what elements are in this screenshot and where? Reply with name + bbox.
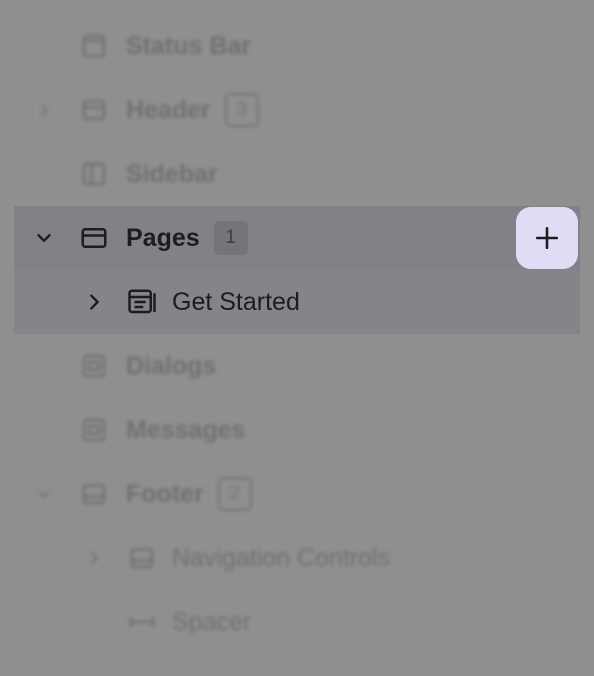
page-frame-icon (78, 222, 110, 254)
tree-item-dialogs[interactable]: Dialogs (14, 334, 580, 398)
chevron-down-icon[interactable] (32, 482, 56, 506)
tree-item-label: Status Bar (126, 31, 252, 60)
tree-item-label: Dialogs (126, 351, 217, 380)
count-badge: 3 (224, 93, 259, 127)
plus-icon (534, 225, 560, 251)
chevron-right-icon[interactable] (82, 546, 106, 570)
messages-icon (78, 414, 110, 446)
count-badge: 1 (213, 221, 248, 255)
count-badge: 2 (217, 477, 252, 511)
tree-item-messages[interactable]: Messages (14, 398, 580, 462)
sidebar-icon (78, 158, 110, 190)
page-screen-icon (126, 286, 158, 318)
tree-item-label: Footer (126, 479, 204, 508)
tree-item-label: Header (126, 95, 211, 124)
spacer-icon (126, 606, 158, 638)
tree-item-footer[interactable]: Footer 2 (14, 462, 580, 526)
tree-item-pages[interactable]: Pages 1 (14, 206, 580, 270)
tree-item-spacer[interactable]: Spacer (14, 590, 580, 654)
tree-item-get-started[interactable]: Get Started (14, 270, 580, 334)
header-icon (78, 94, 110, 126)
chevron-right-icon[interactable] (32, 98, 56, 122)
tree-item-label: Spacer (172, 607, 252, 636)
chevron-right-icon[interactable] (82, 290, 106, 314)
tree-item-label: Pages (126, 223, 200, 252)
dialogs-icon (78, 350, 110, 382)
tree-item-label: Messages (126, 415, 246, 444)
tree-item-header[interactable]: Header 3 (14, 78, 580, 142)
add-page-button[interactable] (516, 207, 578, 269)
chevron-down-icon[interactable] (32, 226, 56, 250)
tree-item-status-bar[interactable]: Status Bar (14, 14, 580, 78)
tree-item-label: Sidebar (126, 159, 218, 188)
tree-item-navigation-controls[interactable]: Navigation Controls (14, 526, 580, 590)
tree-item-label: Navigation Controls (172, 543, 391, 572)
status-bar-icon (78, 30, 110, 62)
navigation-icon (126, 542, 158, 574)
tree-item-label: Get Started (172, 287, 300, 316)
tree-item-sidebar[interactable]: Sidebar (14, 142, 580, 206)
footer-icon (78, 478, 110, 510)
